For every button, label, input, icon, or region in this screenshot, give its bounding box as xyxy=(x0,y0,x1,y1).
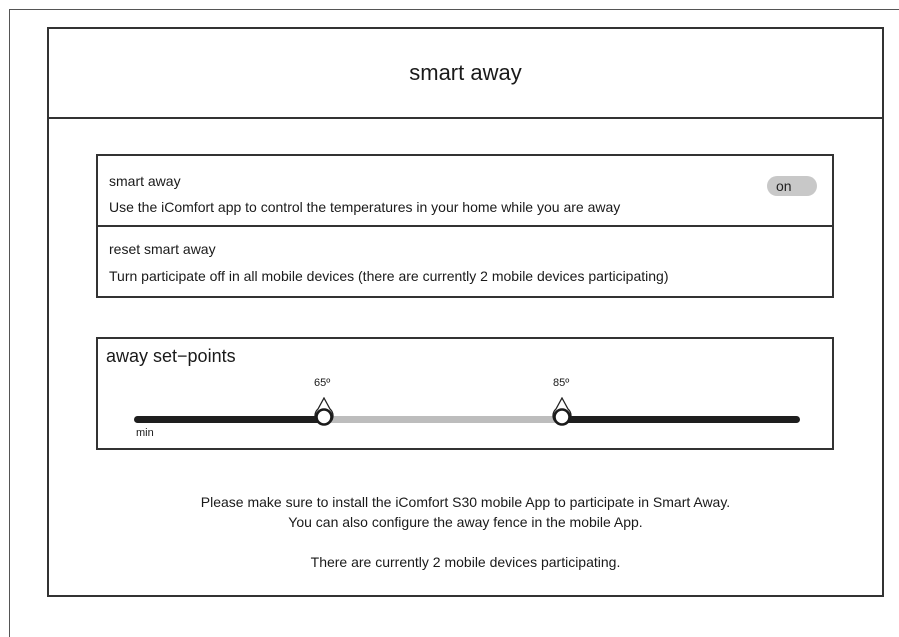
smart-away-title: smart away xyxy=(109,173,181,189)
smart-away-toggle[interactable]: on xyxy=(767,176,817,196)
high-setpoint-thumb[interactable] xyxy=(550,397,574,431)
smart-away-panel: smart away smart away Use the iComfort a… xyxy=(47,27,884,597)
smart-away-description: Use the iComfort app to control the temp… xyxy=(109,199,621,215)
slider-track-high xyxy=(562,416,800,423)
page-title: smart away xyxy=(409,60,522,85)
setpoints-title: away set−points xyxy=(106,346,236,366)
frame-left-border xyxy=(9,9,10,637)
participating-devices-note: There are currently 2 mobile devices par… xyxy=(310,554,621,570)
away-fence-note: You can also configure the away fence in… xyxy=(288,514,643,530)
away-setpoints-box: away set−points 65º 85º min xyxy=(96,337,834,450)
panel-header: smart away xyxy=(49,29,882,119)
install-app-note: Please make sure to install the iComfort… xyxy=(200,494,731,510)
low-setpoint-thumb[interactable] xyxy=(312,397,336,431)
frame-top-border xyxy=(9,9,899,10)
reset-smart-away-setting[interactable]: reset smart away Turn participate off in… xyxy=(96,225,834,298)
low-setpoint-label: 65º xyxy=(314,377,331,389)
slider-track-range xyxy=(324,416,562,423)
slider-track-low xyxy=(134,416,324,423)
reset-smart-away-description: Turn participate off in all mobile devic… xyxy=(109,268,669,284)
reset-smart-away-title: reset smart away xyxy=(109,241,216,257)
high-setpoint-label: 85º xyxy=(553,377,570,389)
smart-away-setting: smart away Use the iComfort app to contr… xyxy=(96,154,834,227)
min-label: min xyxy=(136,427,154,439)
